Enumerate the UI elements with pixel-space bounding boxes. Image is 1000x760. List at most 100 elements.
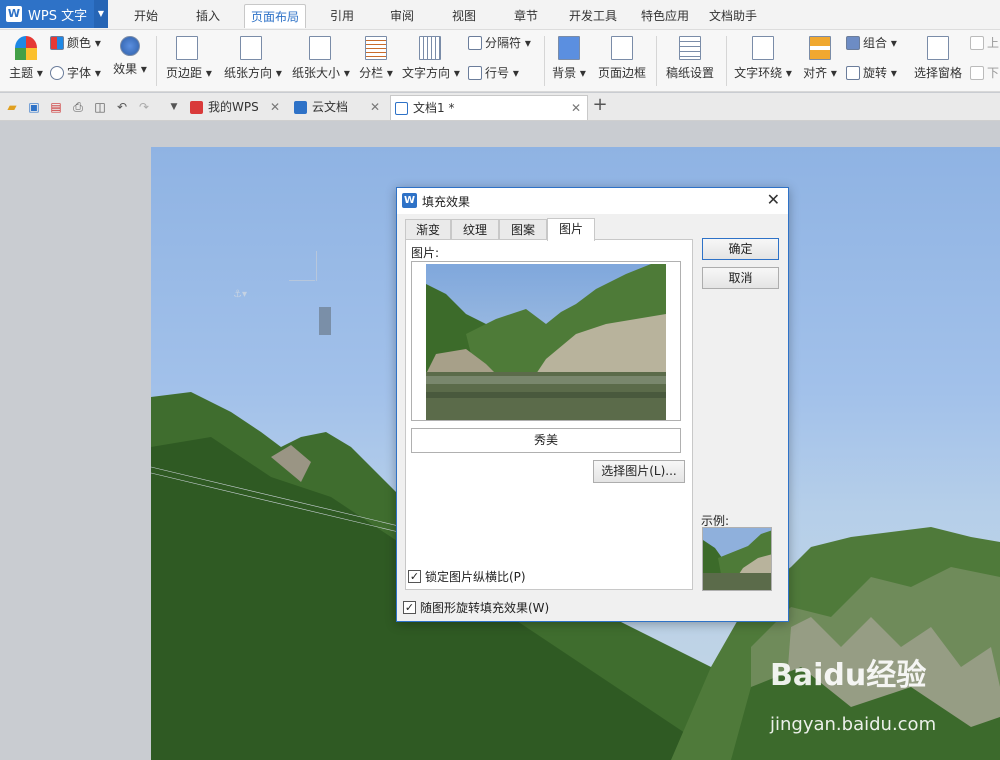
- checkbox-check-icon: ✓: [408, 570, 421, 583]
- undo-icon[interactable]: ↶: [114, 99, 130, 115]
- picture-preview-image: [426, 264, 666, 420]
- text-direction-button[interactable]: 文字方向 ▾: [402, 36, 460, 81]
- checkbox-check-icon: ✓: [403, 601, 416, 614]
- tab-view[interactable]: 视图: [440, 4, 488, 28]
- select-picture-button[interactable]: 选择图片(L)...: [593, 460, 685, 483]
- tab-section[interactable]: 章节: [502, 4, 550, 28]
- export-pdf-icon[interactable]: ▤: [48, 99, 64, 115]
- rotate-icon: [846, 65, 860, 80]
- chevron-down-icon[interactable]: ▼: [94, 0, 108, 28]
- tab-review[interactable]: 审阅: [378, 4, 426, 28]
- tab-special[interactable]: 特色应用: [634, 4, 696, 28]
- doc-tab-cloud[interactable]: 云文档 ✕: [290, 95, 386, 120]
- manuscript-settings-button[interactable]: 稿纸设置: [664, 36, 716, 81]
- color-button[interactable]: 颜色 ▾: [50, 34, 101, 51]
- print-preview-icon[interactable]: ◫: [92, 99, 108, 115]
- menu-bar: W WPS 文字 ▼ 开始 插入 页面布局 引用 审阅 视图 章节 开发工具 特…: [0, 0, 1000, 30]
- margins-button[interactable]: 页边距 ▾: [166, 36, 212, 81]
- manuscript-icon: [679, 36, 701, 60]
- wrap-text-button[interactable]: 文字环绕 ▾: [734, 36, 792, 81]
- cancel-button[interactable]: 取消: [702, 267, 779, 289]
- redo-icon[interactable]: ↷: [136, 99, 152, 115]
- chevron-down-icon[interactable]: ▼: [166, 99, 182, 115]
- ok-button[interactable]: 确定: [702, 238, 779, 260]
- picture-name-field: 秀美: [411, 428, 681, 453]
- orientation-icon: [240, 36, 262, 60]
- separator-button[interactable]: 分隔符 ▾: [468, 34, 531, 51]
- wps-icon: [190, 101, 203, 114]
- wps-icon: W: [402, 193, 417, 208]
- tab-page-layout[interactable]: 页面布局: [244, 4, 306, 28]
- app-name: WPS 文字: [28, 8, 88, 24]
- print-icon[interactable]: ⎙: [70, 99, 86, 115]
- dialog-title: 填充效果: [422, 195, 471, 209]
- background-icon: [558, 36, 580, 60]
- send-backward-button[interactable]: 下: [970, 64, 999, 81]
- orientation-button[interactable]: 纸张方向 ▾: [224, 36, 282, 81]
- text-direction-icon: [419, 36, 441, 60]
- ribbon-divider: [726, 36, 727, 86]
- tab-pattern[interactable]: 图案: [499, 219, 547, 240]
- bring-forward-button[interactable]: 上: [970, 34, 999, 51]
- watermark-url: jingyan.baidu.com: [770, 714, 937, 735]
- send-backward-icon: [970, 65, 984, 80]
- tab-gradient[interactable]: 渐变: [405, 219, 451, 240]
- ribbon-divider: [544, 36, 545, 86]
- group-icon: [846, 35, 860, 50]
- close-icon[interactable]: ✕: [767, 190, 780, 209]
- paper-size-button[interactable]: 纸张大小 ▾: [292, 36, 350, 81]
- columns-icon: [365, 36, 387, 60]
- tab-picture[interactable]: 图片: [547, 218, 595, 241]
- lock-aspect-checkbox[interactable]: ✓ 锁定图片纵横比(P): [408, 568, 526, 585]
- text-cursor: [319, 307, 331, 335]
- close-icon[interactable]: ✕: [270, 95, 280, 120]
- paper-size-icon: [309, 36, 331, 60]
- document-tab-bar: ▰ ▣ ▤ ⎙ ◫ ↶ ↷ ▼ 我的WPS ✕ 云文档 ✕ 文档1 * ✕ +: [0, 93, 1000, 121]
- dialog-titlebar[interactable]: W 填充效果 ✕: [397, 188, 788, 214]
- align-icon: [809, 36, 831, 60]
- margin-guide-vertical: [316, 251, 317, 281]
- new-tab-icon[interactable]: +: [592, 96, 608, 114]
- sample-preview: [702, 527, 772, 591]
- page-border-button[interactable]: 页面边框: [596, 36, 648, 81]
- fill-effects-dialog: W 填充效果 ✕ 渐变 纹理 图案 图片 图片: 秀美 选择图片(L)... ✓…: [396, 187, 789, 622]
- rotate-with-shape-checkbox[interactable]: ✓ 随图形旋转填充效果(W): [403, 599, 549, 616]
- ribbon-divider: [156, 36, 157, 86]
- picture-label: 图片:: [411, 246, 440, 260]
- doc-tab-document1[interactable]: 文档1 * ✕: [390, 95, 588, 120]
- tab-references[interactable]: 引用: [318, 4, 366, 28]
- margins-icon: [176, 36, 198, 60]
- tab-insert[interactable]: 插入: [184, 4, 232, 28]
- close-icon[interactable]: ✕: [571, 96, 581, 121]
- font-icon: [50, 65, 64, 80]
- document-icon: [395, 102, 408, 115]
- ribbon: 主题 ▾ 颜色 ▾ 字体 ▾ 效果 ▾ 页边距 ▾ 纸张方向 ▾ 纸张大小 ▾ …: [0, 30, 1000, 92]
- app-menu-button[interactable]: W WPS 文字 ▼: [0, 0, 108, 28]
- font-button[interactable]: 字体 ▾: [50, 64, 101, 81]
- effect-icon: [120, 36, 140, 56]
- selection-pane-button[interactable]: 选择窗格: [912, 36, 964, 81]
- bring-forward-icon: [970, 35, 984, 50]
- rotate-button[interactable]: 旋转 ▾: [846, 64, 897, 81]
- effect-button[interactable]: 效果 ▾: [110, 36, 150, 77]
- tab-home[interactable]: 开始: [122, 4, 170, 28]
- margin-guide-horizontal: [289, 280, 315, 281]
- doc-tab-my-wps[interactable]: 我的WPS ✕: [186, 95, 286, 120]
- tab-developer[interactable]: 开发工具: [562, 4, 624, 28]
- anchor-icon: ⚓▾: [233, 289, 247, 300]
- line-number-button[interactable]: 行号 ▾: [468, 64, 519, 81]
- tab-doc-assistant[interactable]: 文档助手: [702, 4, 764, 28]
- background-button[interactable]: 背景 ▾: [552, 36, 586, 81]
- align-button[interactable]: 对齐 ▾: [800, 36, 840, 81]
- cloud-icon: [294, 101, 307, 114]
- tab-texture[interactable]: 纹理: [451, 219, 499, 240]
- page-border-icon: [611, 36, 633, 60]
- theme-icon: [15, 36, 37, 60]
- theme-button[interactable]: 主题 ▾: [6, 36, 46, 81]
- open-folder-icon[interactable]: ▰: [4, 99, 20, 115]
- save-icon[interactable]: ▣: [26, 99, 42, 115]
- group-button[interactable]: 组合 ▾: [846, 34, 897, 51]
- close-icon[interactable]: ✕: [370, 95, 380, 120]
- columns-button[interactable]: 分栏 ▾: [358, 36, 394, 81]
- wps-logo-icon: W: [6, 6, 22, 22]
